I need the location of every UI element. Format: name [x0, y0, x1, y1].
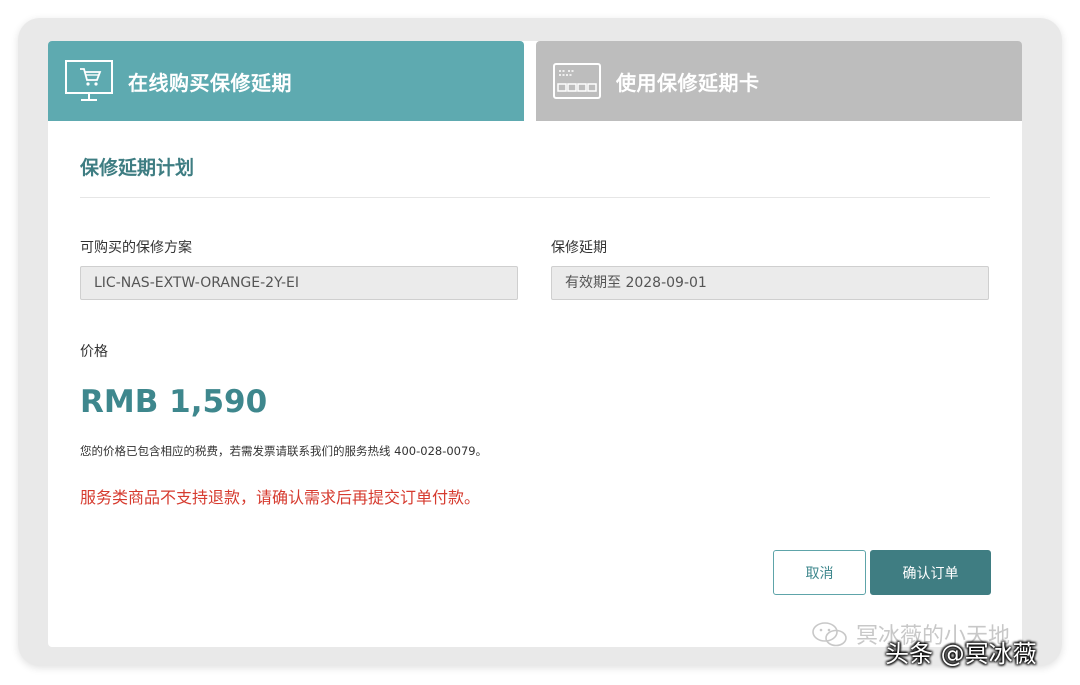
- cancel-button[interactable]: 取消: [773, 550, 866, 595]
- tab-online-purchase[interactable]: 在线购买保修延期: [48, 41, 524, 121]
- tab-use-card[interactable]: 使用保修延期卡: [536, 41, 1022, 121]
- cart-monitor-icon: [64, 58, 114, 104]
- refund-warning: 服务类商品不支持退款，请确认需求后再提交订单付款。: [80, 488, 481, 507]
- wechat-icon: [812, 622, 847, 647]
- tax-note: 您的价格已包含相应的税费，若需发票请联系我们的服务热线 400-028-0079…: [80, 444, 488, 458]
- divider: [80, 197, 990, 198]
- warranty-panel: 在线购买保修延期 使用保修延期卡 保修延期计划 可购买的保修方案 LIC-NAS…: [48, 41, 1022, 647]
- price-amount: RMB 1,590: [80, 384, 268, 420]
- card-icon: [552, 58, 602, 104]
- price-label: 价格: [80, 344, 108, 360]
- plan-field[interactable]: LIC-NAS-EXTW-ORANGE-2Y-EI: [80, 266, 518, 300]
- tab-online-label: 在线购买保修延期: [128, 70, 292, 95]
- period-field[interactable]: 有效期至 2028-09-01: [551, 266, 989, 300]
- plan-label: 可购买的保修方案: [80, 240, 192, 256]
- tab-card-label: 使用保修延期卡: [616, 70, 760, 95]
- period-label: 保修延期: [551, 240, 607, 256]
- confirm-order-button[interactable]: 确认订单: [870, 550, 991, 595]
- toutiao-watermark: 头条 @冥冰薇: [885, 640, 1037, 668]
- section-title: 保修延期计划: [80, 157, 195, 179]
